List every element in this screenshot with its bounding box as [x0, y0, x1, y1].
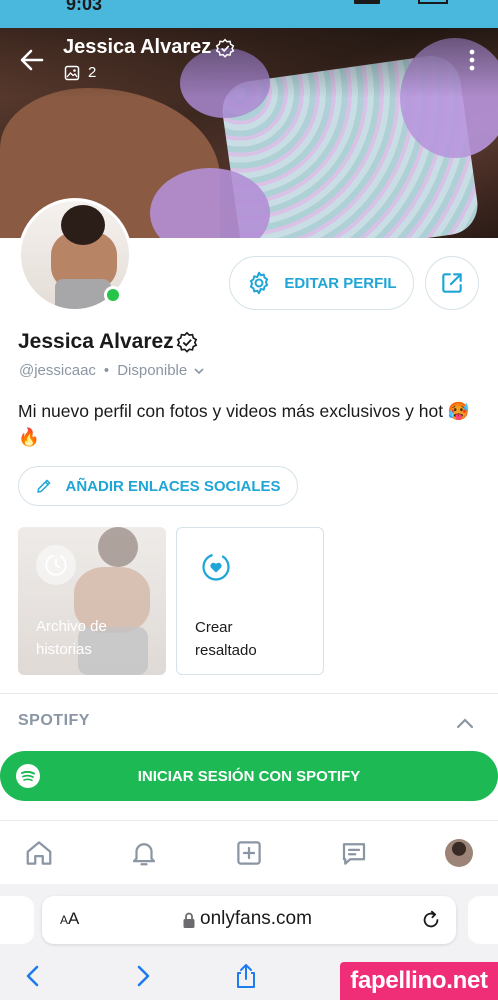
profile-name-text: Jessica Alvarez [18, 330, 174, 353]
verified-badge-icon [176, 331, 197, 353]
next-tab-preview[interactable] [468, 896, 498, 944]
media-count-value: 2 [88, 64, 97, 81]
status-label: Disponible [117, 362, 188, 379]
edit-profile-button[interactable]: EDITAR PERFIL [229, 256, 414, 310]
history-icon [36, 545, 76, 585]
forward-icon[interactable] [128, 962, 156, 990]
lock-icon [183, 912, 195, 928]
story-archive-card[interactable]: Archivo de historias [18, 527, 166, 675]
more-vertical-icon[interactable] [460, 48, 484, 72]
profile-avatar[interactable] [445, 839, 473, 867]
reader-aa-button[interactable]: AA [60, 909, 79, 929]
chevron-up-icon[interactable] [454, 712, 476, 734]
spotify-login-button[interactable]: INICIAR SESIÓN CON SPOTIFY [0, 751, 498, 801]
separator-dot: • [103, 362, 110, 379]
previous-tab-preview[interactable] [0, 896, 34, 944]
online-status-dot [104, 286, 122, 304]
back-icon[interactable] [20, 962, 48, 990]
edit-profile-label: EDITAR PERFIL [284, 274, 397, 292]
header-name-text: Jessica Alvarez [63, 36, 212, 58]
watermark: fapellino.net [340, 962, 498, 1000]
plus-square-icon[interactable] [233, 837, 265, 869]
reload-icon[interactable] [420, 909, 442, 931]
status-bar: 9:03 [0, 0, 498, 28]
arrow-left-icon[interactable] [16, 44, 48, 76]
header-media-count: 2 [64, 64, 96, 81]
create-highlight-card[interactable]: Crear resaltado [176, 527, 324, 675]
spotify-login-label: INICIAR SESIÓN CON SPOTIFY [137, 767, 361, 785]
add-social-links-label: AÑADIR ENLACES SOCIALES [65, 477, 281, 495]
profile-name: Jessica Alvarez [18, 330, 198, 354]
signal-icon [354, 0, 380, 4]
story-archive-label: Archivo de historias [36, 618, 107, 658]
share-icon [442, 273, 462, 293]
spotify-section-title: SPOTIFY [18, 712, 90, 729]
verified-badge-icon [215, 38, 235, 58]
header-title: Jessica Alvarez [63, 36, 235, 59]
heart-circle-icon [199, 550, 233, 584]
profile-handle: @jessicaac [19, 362, 96, 379]
home-icon[interactable] [23, 837, 55, 869]
spotify-icon [16, 764, 40, 788]
handle-row: @jessicaac • Disponible [19, 362, 205, 379]
status-time: 9:03 [66, 0, 103, 14]
gear-icon [250, 271, 269, 295]
chevron-down-icon [194, 367, 204, 374]
divider [0, 693, 498, 694]
add-social-links-button[interactable]: AÑADIR ENLACES SOCIALES [18, 466, 298, 506]
messages-icon[interactable] [338, 837, 370, 869]
battery-icon [418, 0, 448, 4]
url-text[interactable]: onlyfans.com [200, 908, 312, 930]
share-profile-button[interactable] [425, 256, 479, 310]
image-icon [64, 65, 80, 80]
create-highlight-label: Crear resaltado [195, 619, 257, 659]
status-dropdown[interactable]: Disponible [117, 362, 205, 379]
pencil-icon [37, 479, 51, 493]
bottom-nav [0, 820, 498, 884]
profile-bio: Mi nuevo perfil con fotos y videos más e… [18, 401, 470, 447]
bell-icon[interactable] [128, 837, 160, 869]
share-icon[interactable] [232, 962, 260, 990]
